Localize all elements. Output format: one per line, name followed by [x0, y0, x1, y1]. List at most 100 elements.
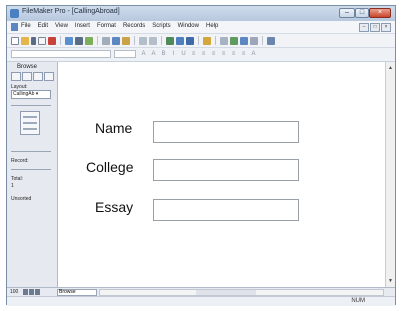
menu-edit[interactable]: Edit	[38, 23, 48, 29]
find-tool-icon[interactable]	[22, 72, 32, 81]
records-icon[interactable]	[176, 36, 184, 45]
preview-icon[interactable]	[250, 36, 258, 45]
omit-icon[interactable]	[230, 36, 238, 45]
italic-icon[interactable]: I	[170, 50, 177, 58]
align-right-icon[interactable]: ≡	[210, 50, 217, 58]
total-label: Total:	[11, 176, 23, 182]
help-icon[interactable]	[267, 36, 275, 45]
separator	[97, 36, 98, 45]
num-lock-indicator: NUM	[351, 298, 365, 304]
separator	[60, 36, 61, 45]
edit-icon[interactable]	[65, 36, 73, 45]
essay-field[interactable]	[153, 199, 299, 221]
zoom-level[interactable]: 100	[10, 289, 18, 295]
new-file-icon[interactable]	[11, 36, 19, 45]
layout-content: Name College Essay	[58, 62, 385, 287]
browse-tool-icon[interactable]	[11, 72, 21, 81]
sort-icon[interactable]	[203, 36, 211, 45]
dropdown-arrow-icon[interactable]	[31, 36, 36, 45]
close-button[interactable]: ×	[369, 8, 391, 18]
book-page-middle	[23, 122, 37, 124]
new-record-icon[interactable]	[166, 36, 174, 45]
record-book-icon[interactable]	[20, 111, 40, 135]
bold-icon[interactable]: B	[160, 50, 167, 58]
record-label: Record:	[11, 158, 29, 164]
filemaker-window: FileMaker Pro - [CallingAbroad] – □ × Fi…	[6, 5, 396, 306]
paste-icon[interactable]	[122, 36, 130, 45]
name-label: Name	[95, 120, 133, 136]
divider	[11, 105, 51, 106]
preview-tool-icon[interactable]	[44, 72, 54, 81]
scroll-thumb[interactable]	[196, 290, 256, 295]
menu-insert[interactable]: Insert	[75, 23, 90, 29]
document-icon[interactable]	[11, 23, 18, 31]
unsorted-label: Unsorted	[11, 196, 32, 202]
horizontal-scrollbar[interactable]	[99, 289, 384, 296]
menu-file[interactable]: File	[21, 23, 31, 29]
separator	[198, 36, 199, 45]
layout-tool-icon[interactable]	[33, 72, 43, 81]
essay-label: Essay	[95, 199, 134, 215]
doc-minimize-button[interactable]: –	[359, 23, 369, 32]
layout-mode-icon[interactable]	[240, 36, 248, 45]
college-label: College	[86, 159, 134, 175]
separator	[161, 36, 162, 45]
spelling-icon[interactable]	[85, 36, 93, 45]
menu-format[interactable]: Format	[97, 23, 116, 29]
name-field[interactable]	[153, 121, 299, 143]
separator	[215, 36, 216, 45]
spacing-double-icon[interactable]: ≡	[240, 50, 247, 58]
open-folder-icon[interactable]	[21, 36, 29, 45]
total-value: 1	[11, 183, 14, 189]
align-left-icon[interactable]: ≡	[190, 50, 197, 58]
decrease-font-icon[interactable]: A	[150, 50, 157, 58]
vertical-scrollbar[interactable]: ▲ ▼	[385, 62, 395, 287]
standard-toolbar	[7, 34, 395, 48]
filemaker-app-icon	[10, 9, 19, 18]
status-toggle-icon[interactable]	[35, 289, 40, 295]
font-name-select[interactable]	[11, 50, 111, 58]
scroll-down-icon[interactable]: ▼	[387, 277, 394, 285]
zoom-out-icon[interactable]	[23, 289, 28, 295]
status-area: Browse Layout: CallingAb ▾ Record: Total…	[7, 62, 58, 287]
book-page-bottom	[23, 128, 37, 130]
font-size-select[interactable]	[114, 50, 136, 58]
divider	[11, 151, 51, 152]
align-center-icon[interactable]: ≡	[200, 50, 207, 58]
menu-help[interactable]: Help	[206, 23, 218, 29]
separator	[262, 36, 263, 45]
show-all-icon[interactable]	[220, 36, 228, 45]
copy-icon[interactable]	[112, 36, 120, 45]
menu-scripts[interactable]: Scripts	[152, 23, 170, 29]
mode-select[interactable]: Browse	[57, 289, 97, 296]
menu-window[interactable]: Window	[178, 23, 199, 29]
cut-icon[interactable]	[102, 36, 110, 45]
minimize-button[interactable]: –	[339, 8, 355, 18]
menu-records[interactable]: Records	[123, 23, 145, 29]
college-field[interactable]	[153, 159, 299, 181]
maximize-button[interactable]: □	[355, 8, 369, 18]
doc-close-button[interactable]: ×	[381, 23, 391, 32]
underline-icon[interactable]: U	[180, 50, 187, 58]
database-icon[interactable]	[48, 36, 56, 45]
zoom-in-icon[interactable]	[29, 289, 34, 295]
book-page-top	[23, 116, 37, 118]
increase-font-icon[interactable]: A	[140, 50, 147, 58]
spacing-single-icon[interactable]: ≡	[230, 50, 237, 58]
separator	[134, 36, 135, 45]
find-icon[interactable]	[186, 36, 194, 45]
menu-view[interactable]: View	[55, 23, 68, 29]
doc-restore-button[interactable]: □	[370, 23, 380, 32]
layout-select[interactable]: CallingAb ▾	[11, 90, 51, 99]
status-bar: NUM	[7, 296, 395, 306]
text-color-icon[interactable]: A	[250, 50, 257, 58]
document-icon[interactable]	[38, 36, 46, 45]
redo-icon[interactable]	[149, 36, 157, 45]
print-icon[interactable]	[75, 36, 83, 45]
justify-icon[interactable]: ≡	[220, 50, 227, 58]
scroll-up-icon[interactable]: ▲	[387, 64, 394, 72]
undo-icon[interactable]	[139, 36, 147, 45]
title-bar[interactable]: FileMaker Pro - [CallingAbroad] – □ ×	[7, 6, 395, 21]
window-title: FileMaker Pro - [CallingAbroad]	[22, 8, 120, 15]
mode-label: Browse	[17, 64, 38, 70]
